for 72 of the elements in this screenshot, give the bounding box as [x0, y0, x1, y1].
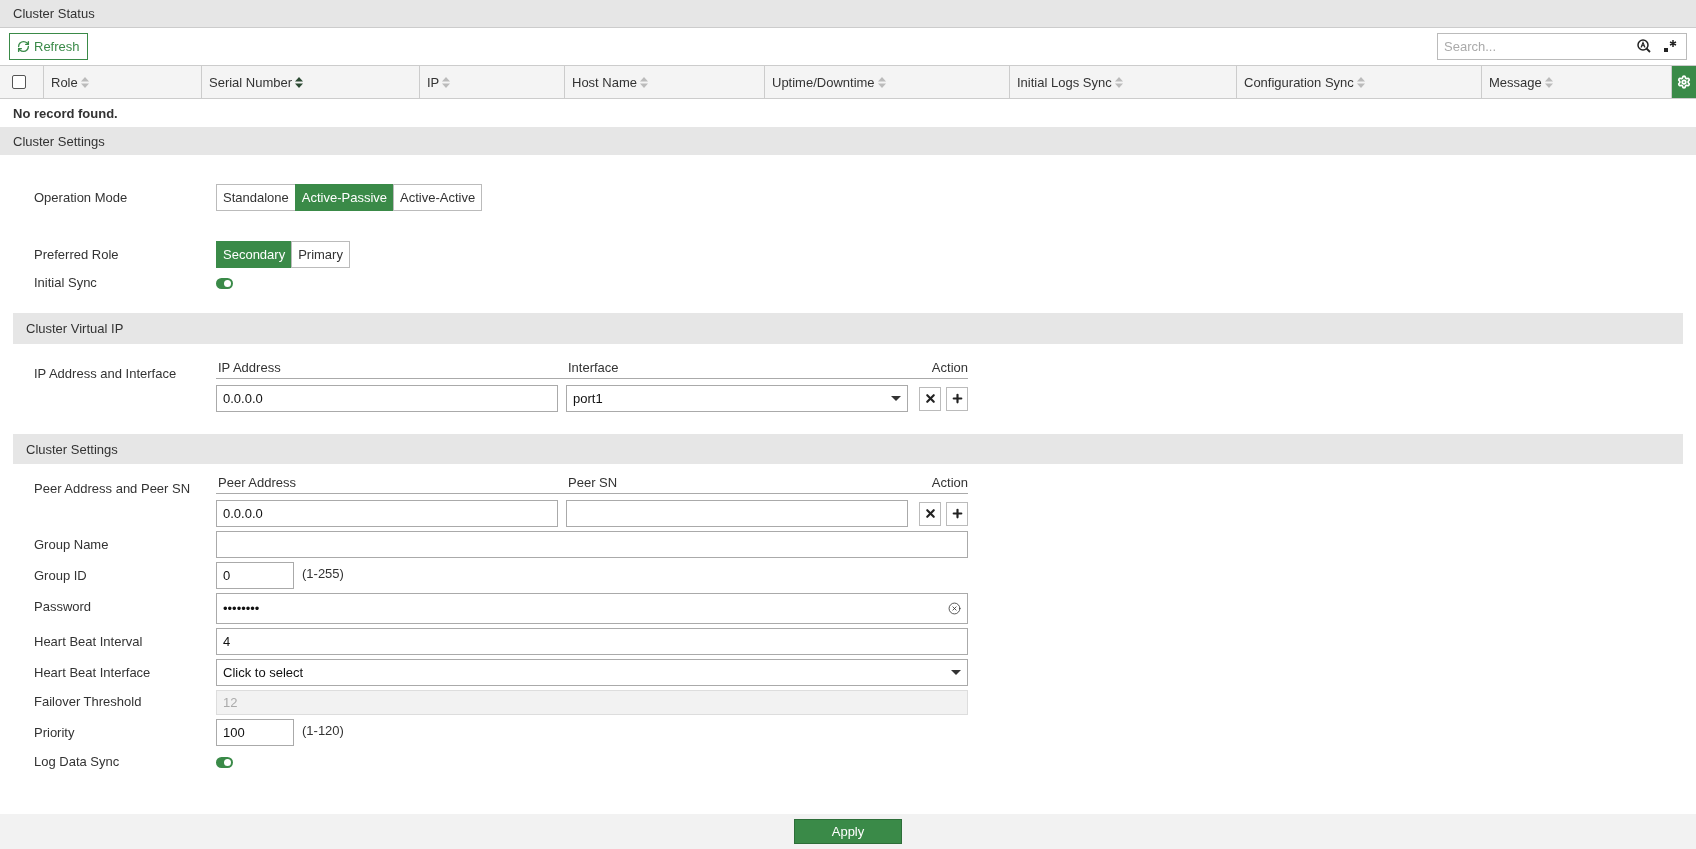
input-field[interactable] [566, 500, 908, 527]
field-label: Group Name [34, 536, 110, 554]
input-field: 12 [216, 690, 968, 715]
plus-icon [950, 507, 964, 520]
input-field[interactable]: 0.0.0.0 [216, 500, 558, 527]
column-heading: Interface [568, 360, 620, 375]
column-header[interactable]: Initial Logs Sync [1017, 74, 1112, 90]
column-heading: Peer Address [218, 475, 298, 490]
search-icon[interactable] [1637, 39, 1651, 53]
field-label: Group ID [34, 567, 88, 585]
add-button[interactable] [946, 386, 968, 411]
search-field[interactable]: Search... [1437, 33, 1687, 60]
field-label: IP Address and Interface [34, 365, 178, 383]
column-header[interactable]: Uptime/Downtime [772, 74, 875, 90]
panel-title: Cluster Status [13, 6, 95, 21]
column-header[interactable]: Host Name [572, 74, 638, 90]
input-field[interactable]: 100 [216, 719, 294, 746]
segment-button[interactable]: Standalone [216, 184, 296, 211]
field-label: Password [34, 598, 93, 616]
refresh-button[interactable]: Refresh [9, 33, 88, 60]
section-title: Cluster Settings [13, 133, 105, 149]
add-button[interactable] [946, 501, 968, 526]
empty-message: No record found. [12, 104, 119, 123]
column-heading: IP Address [218, 360, 282, 375]
field-label: Heart Beat Interval [34, 633, 144, 651]
caret-icon [951, 670, 961, 675]
range-hint: (1-255) [302, 565, 344, 581]
close-icon [923, 392, 937, 405]
clear-icon[interactable] [948, 602, 961, 615]
field-label: Initial Sync [34, 274, 98, 290]
segment-button[interactable]: Active-Passive [294, 184, 395, 211]
column-header[interactable]: Configuration Sync [1244, 74, 1354, 90]
field-label: Failover Threshold [34, 693, 143, 711]
column-heading: Action [930, 475, 968, 490]
delete-button[interactable] [919, 386, 941, 411]
column-header[interactable]: Role [51, 74, 78, 90]
toggle-switch[interactable] [216, 757, 233, 768]
field-label: Preferred Role [34, 246, 120, 264]
section-title: Cluster Virtual IP [26, 321, 124, 336]
plus-icon [950, 392, 964, 405]
segment-button[interactable]: Primary [291, 241, 350, 268]
input-field[interactable] [216, 531, 968, 558]
column-heading: Peer SN [568, 475, 619, 490]
column-heading: Action [930, 360, 968, 375]
field-label: Operation Mode [34, 189, 129, 207]
settings-icon [1677, 75, 1691, 89]
refresh-icon [17, 40, 30, 53]
field-label: Priority [34, 724, 76, 742]
segment-button[interactable]: Secondary [216, 241, 293, 268]
select-field[interactable]: port1 [566, 385, 908, 412]
input-field[interactable]: 0 [216, 562, 294, 589]
caret-icon [891, 396, 901, 401]
delete-button[interactable] [919, 501, 941, 526]
field-label: Peer Address and Peer SN [34, 480, 192, 498]
password-field[interactable]: •••••••• [216, 593, 968, 624]
range-hint: (1-120) [302, 722, 344, 738]
column-header[interactable]: Message [1489, 74, 1542, 90]
field-label: Log Data Sync [34, 753, 121, 769]
apply-button[interactable]: Apply [794, 819, 902, 844]
regex-icon[interactable] [1663, 39, 1677, 53]
settings-button[interactable] [1672, 66, 1696, 98]
input-field[interactable]: 0.0.0.0 [216, 385, 558, 412]
field-label: Heart Beat Interface [34, 664, 152, 682]
section-title: Cluster Settings [26, 441, 118, 457]
column-header[interactable]: Serial Number [209, 74, 293, 90]
column-header[interactable]: IP [427, 74, 440, 90]
toggle-switch[interactable] [216, 278, 233, 289]
segment-button[interactable]: Active-Active [393, 184, 483, 211]
select-field[interactable]: Click to select [216, 659, 968, 686]
checkbox[interactable] [12, 75, 26, 89]
close-icon [923, 507, 937, 520]
input-field[interactable]: 4 [216, 628, 968, 655]
